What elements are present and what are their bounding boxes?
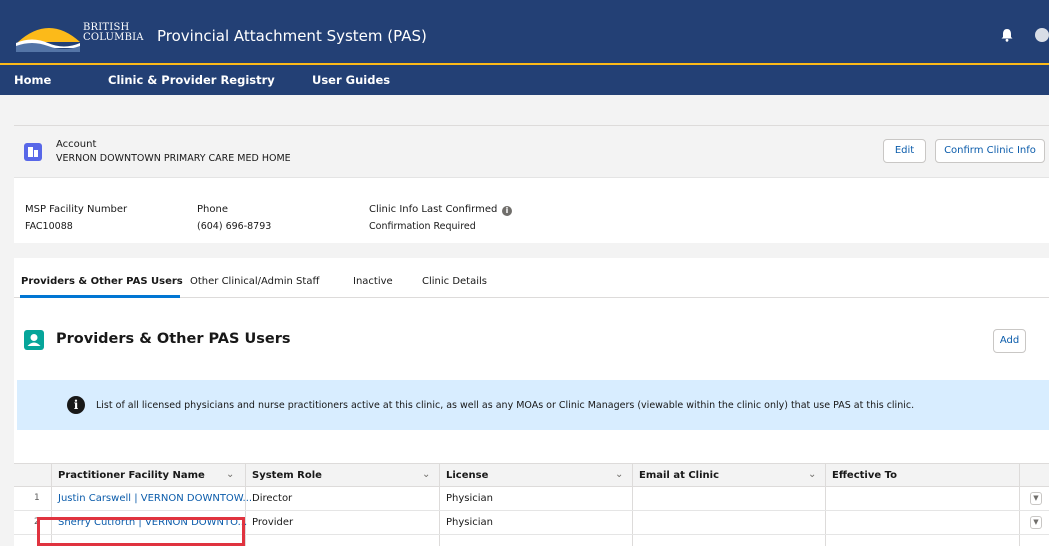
chevron-down-icon[interactable]: ⌄ (422, 469, 430, 480)
table-header: Practitioner Facility Name ⌄ System Role… (14, 463, 1049, 487)
system-role-cell: Provider (252, 517, 294, 528)
tab-providers-other-pas-users[interactable]: Providers & Other PAS Users (21, 276, 183, 287)
system-role-cell: Director (252, 493, 293, 504)
confirm-clinic-info-button[interactable]: Confirm Clinic Info (935, 139, 1045, 163)
phone-label: Phone (197, 204, 228, 215)
nav-clinic-provider-registry[interactable]: Clinic & Provider Registry (108, 73, 275, 87)
account-header-card: Account VERNON DOWNTOWN PRIMARY CARE MED… (14, 125, 1049, 243)
license-cell: Physician (446, 493, 494, 504)
chevron-down-icon[interactable]: ⌄ (226, 469, 234, 480)
logo-text: BRITISH COLUMBIA (83, 22, 144, 43)
info-banner: i List of all licensed physicians and nu… (17, 380, 1049, 430)
nav-bar: Home Clinic & Provider Registry User Gui… (0, 65, 1049, 95)
clinic-info-last-confirmed-label: Clinic Info Last Confirmed (369, 204, 498, 215)
msp-facility-number-label: MSP Facility Number (25, 204, 128, 215)
active-tab-indicator (20, 295, 180, 298)
column-header-email-at-clinic[interactable]: Email at Clinic (639, 470, 719, 481)
tab-clinic-details[interactable]: Clinic Details (422, 276, 487, 287)
table-row: 1 Justin Carswell | VERNON DOWNTOW... Di… (14, 487, 1049, 511)
column-header-effective-to[interactable]: Effective To (832, 470, 897, 481)
contact-icon (24, 330, 44, 350)
edit-button[interactable]: Edit (883, 139, 926, 163)
row-action-chevron-icon[interactable]: ▼ (1030, 492, 1042, 505)
info-circle-icon: i (67, 396, 85, 414)
info-icon[interactable]: i (502, 206, 512, 216)
nav-home[interactable]: Home (14, 73, 51, 87)
bell-icon[interactable] (1000, 28, 1014, 42)
user-avatar-icon[interactable] (1035, 28, 1049, 42)
row-number: 1 (34, 493, 40, 503)
top-bar: BRITISH COLUMBIA Provincial Attachment S… (0, 0, 1049, 65)
chevron-down-icon[interactable]: ⌄ (615, 469, 623, 480)
app-title: Provincial Attachment System (PAS) (157, 27, 427, 45)
license-cell: Physician (446, 517, 494, 528)
column-header-practitioner-facility-name[interactable]: Practitioner Facility Name (58, 470, 205, 481)
account-icon (24, 143, 42, 161)
row-action-chevron-icon[interactable]: ▼ (1030, 516, 1042, 529)
phone-value: (604) 696-8793 (197, 221, 272, 232)
tab-other-clinical-admin-staff[interactable]: Other Clinical/Admin Staff (190, 276, 319, 287)
highlight-box (37, 517, 245, 546)
account-name: VERNON DOWNTOWN PRIMARY CARE MED HOME (56, 153, 291, 164)
msp-facility-number-value: FAC10088 (25, 221, 73, 232)
account-header-top: Account VERNON DOWNTOWN PRIMARY CARE MED… (14, 126, 1049, 178)
account-label: Account (56, 139, 97, 150)
section-title: Providers & Other PAS Users (56, 331, 291, 347)
main-card: Providers & Other PAS Users Other Clinic… (14, 258, 1049, 546)
info-banner-text: List of all licensed physicians and nurs… (96, 400, 915, 411)
tab-bar: Providers & Other PAS Users Other Clinic… (14, 258, 1049, 298)
practitioner-facility-name-link[interactable]: Justin Carswell | VERNON DOWNTOW... (58, 493, 252, 504)
column-header-system-role[interactable]: System Role (252, 470, 322, 481)
tab-inactive[interactable]: Inactive (353, 276, 393, 287)
nav-user-guides[interactable]: User Guides (312, 73, 390, 87)
chevron-down-icon[interactable]: ⌄ (808, 469, 816, 480)
column-header-license[interactable]: License (446, 470, 488, 481)
add-button[interactable]: Add (993, 329, 1026, 353)
clinic-info-last-confirmed-value: Confirmation Required (369, 221, 476, 232)
